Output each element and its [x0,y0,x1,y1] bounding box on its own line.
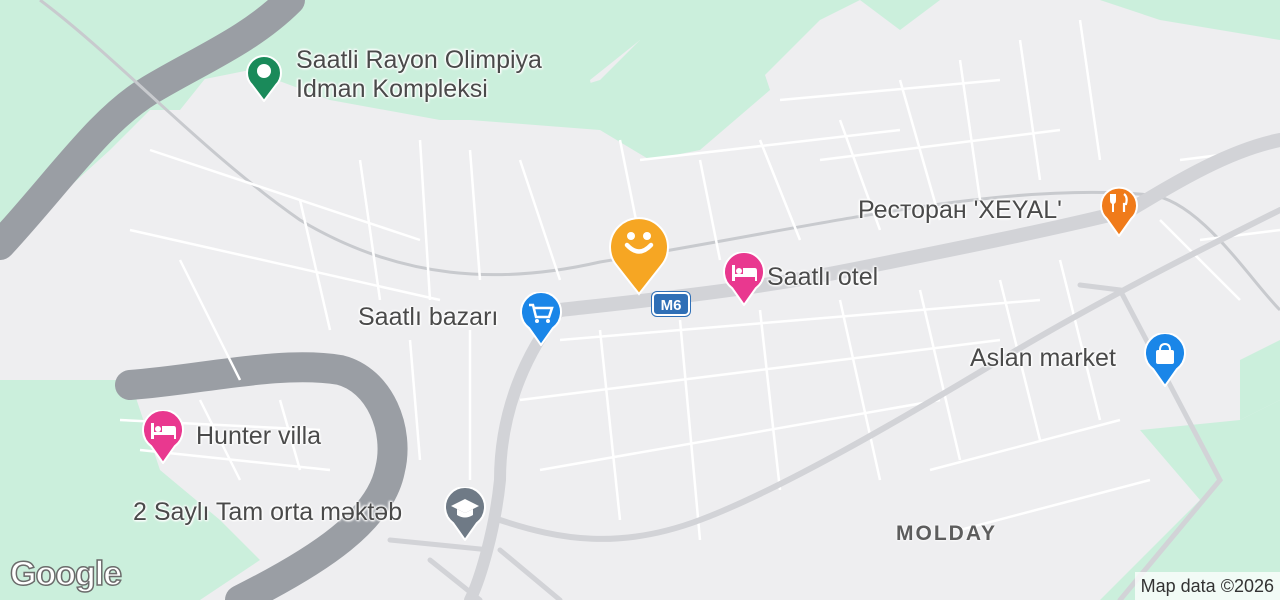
selected-location-pin[interactable] [607,212,671,301]
poi-name-line-2: Idman Kompleksi [296,75,488,103]
market-pin-aslan[interactable] [1143,332,1187,392]
school-icon [444,486,486,542]
map-attribution[interactable]: Map data ©2026 [1134,572,1280,600]
market-pin-saatli-bazari[interactable] [519,291,563,351]
smiley-icon [609,217,669,296]
hotel-pin-hunter-villa[interactable] [141,409,185,469]
poi-label-sports-complex[interactable]: Saatli Rayon Olimpiya Idman Kompleksi [296,46,542,104]
area-label-molday: MOLDAY [896,522,998,545]
sports-complex-icon [246,54,282,103]
restaurant-icon [1100,186,1138,238]
poi-label-aslan-market[interactable]: Aslan market [970,344,1116,373]
poi-label-restaurant[interactable]: Ресторан 'XEYAL' [858,196,1062,225]
shopping-cart-icon [520,291,562,347]
poi-label-saatli-otel[interactable]: Saatlı otel [767,263,878,292]
poi-label-hunter-villa[interactable]: Hunter villa [196,422,321,451]
poi-name-line-1: Saatli Rayon Olimpiya [296,46,542,74]
school-pin[interactable] [443,486,487,546]
sports-complex-pin[interactable] [245,52,283,107]
shopping-bag-icon [1144,332,1186,388]
google-logo: Google [9,554,123,594]
hotel-pin-saatli-otel[interactable] [722,251,766,311]
hotel-icon [723,251,765,307]
poi-label-school[interactable]: 2 Saylı Tam orta məktəb [133,498,402,527]
restaurant-pin[interactable] [1100,183,1138,242]
poi-label-saatli-bazari[interactable]: Saatlı bazarı [358,303,498,332]
hotel-icon [142,409,184,465]
